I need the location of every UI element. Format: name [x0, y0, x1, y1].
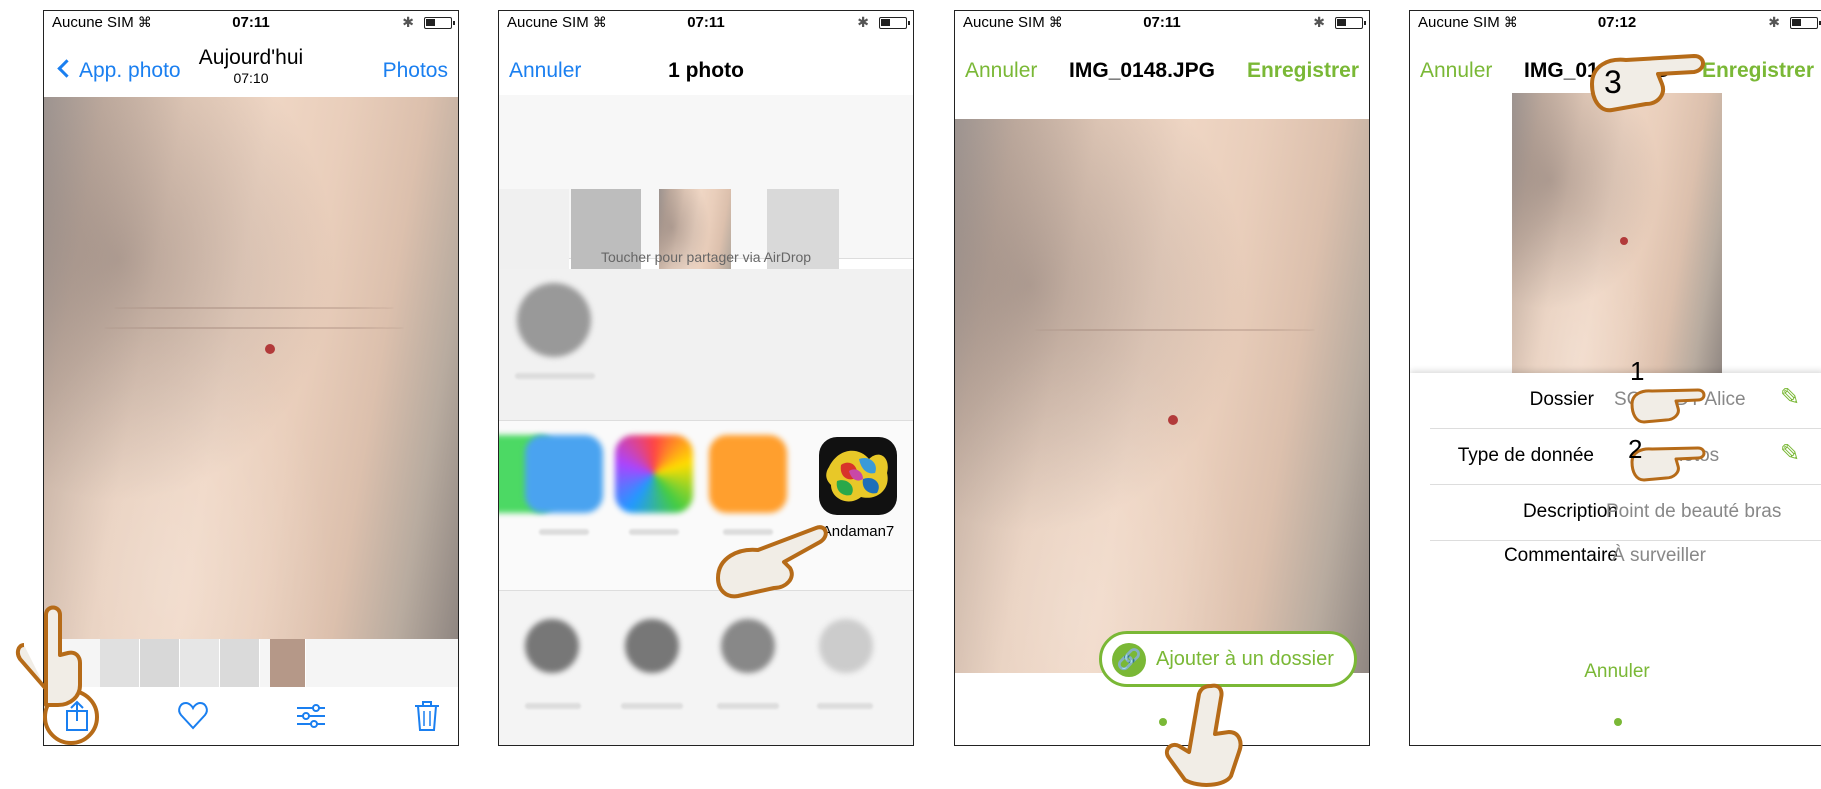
clock: 07:11	[687, 14, 725, 31]
link-icon: 🔗	[1112, 643, 1146, 677]
pointing-hand-icon	[1630, 388, 1706, 424]
battery-icon	[1335, 17, 1366, 29]
pointing-hand-icon	[15, 605, 82, 707]
battery-icon	[1790, 17, 1821, 29]
photos-button[interactable]: Photos	[383, 59, 448, 83]
airdrop-row	[499, 269, 913, 421]
mole	[265, 344, 275, 354]
blurred-label	[539, 529, 589, 535]
mole	[1168, 415, 1178, 425]
page-title: 1 photo	[668, 59, 744, 82]
blurred-app-icon[interactable]	[615, 435, 693, 513]
pointing-hand-icon	[716, 525, 828, 599]
pointing-hand-icon	[1590, 54, 1705, 113]
field-value: À surveiller	[1612, 545, 1706, 566]
blurred-action-icon[interactable]	[625, 619, 679, 673]
field-label: Description	[1522, 501, 1618, 522]
add-to-folder-button[interactable]: 🔗 Ajouter à un dossier	[1099, 631, 1357, 687]
thumbnail[interactable]	[100, 639, 140, 687]
photo-view	[955, 119, 1369, 673]
battery-icon	[424, 17, 455, 29]
blurred-app-icon[interactable]	[525, 435, 603, 513]
bluetooth-icon: ✱	[1768, 14, 1780, 30]
thumbnail[interactable]	[180, 639, 220, 687]
nav-bar: App. photo Aujourd'hui 07:10 Photos	[44, 39, 458, 97]
blurred-label	[515, 373, 595, 379]
trash-icon[interactable]	[410, 699, 444, 733]
mole	[1620, 237, 1628, 245]
skin-crease	[104, 327, 404, 329]
thumbnail-selected[interactable]	[270, 639, 306, 687]
clock: 07:11	[1143, 14, 1181, 31]
nav-bar: Annuler 1 photo	[499, 39, 913, 97]
toolbar	[44, 687, 458, 745]
step-number-1: 1	[1630, 356, 1645, 386]
thumbnail[interactable]	[220, 639, 260, 687]
pencil-icon[interactable]: ✎	[1780, 383, 1810, 413]
blurred-action-icon[interactable]	[721, 619, 775, 673]
photo-view	[44, 97, 458, 639]
bluetooth-icon: ✱	[857, 14, 869, 30]
blurred-label	[717, 703, 779, 709]
airdrop-contact-avatar[interactable]	[517, 283, 591, 357]
clock: 07:11	[232, 14, 270, 31]
status-bar: Aucune SIM ⌘ 07:12 ✱	[1410, 11, 1821, 35]
page-indicator	[1614, 718, 1622, 726]
field-label: Dossier	[1529, 389, 1594, 410]
bluetooth-icon: ✱	[1313, 14, 1325, 30]
field-comment[interactable]: Commentaire À surveiller	[1430, 541, 1821, 597]
step-number-3: 3	[1604, 64, 1622, 100]
blurred-label	[629, 529, 679, 535]
pencil-icon[interactable]: ✎	[1780, 439, 1810, 469]
heart-icon[interactable]	[176, 699, 210, 733]
photo-picker-row: ✓	[499, 95, 913, 317]
status-bar: Aucune SIM ⌘ 07:11 ✱	[44, 11, 458, 35]
field-value: Point de beauté bras	[1606, 501, 1782, 522]
blurred-action-icon[interactable]	[819, 619, 873, 673]
page-title: Aujourd'hui	[198, 46, 304, 69]
save-button[interactable]: Enregistrer	[1247, 59, 1359, 83]
field-label: Commentaire	[1503, 545, 1618, 566]
skin-crease	[114, 307, 394, 309]
bluetooth-icon: ✱	[402, 14, 414, 30]
cancel-link[interactable]: Annuler	[1410, 661, 1821, 683]
phone-screen-photos: Aucune SIM ⌘ 07:11 ✱ App. photo Aujourd'h…	[43, 10, 459, 746]
page-title: IMG_0148.JPG	[1069, 59, 1215, 82]
andaman7-app-icon[interactable]	[819, 437, 897, 515]
skin-crease	[1035, 329, 1315, 331]
status-bar: Aucune SIM ⌘ 07:11 ✱	[499, 11, 913, 35]
clock: 07:12	[1597, 14, 1637, 31]
field-label: Type de donnée	[1457, 445, 1594, 466]
nav-bar: Annuler IMG_0148.JPG Enregistrer	[955, 39, 1369, 97]
metadata-form: Dossier SCHMIDT Alice ✎ Type de donnée P…	[1410, 373, 1821, 745]
blurred-label	[817, 703, 873, 709]
field-description[interactable]: Description Point de beauté bras	[1430, 485, 1821, 541]
blurred-label	[525, 703, 581, 709]
phone-screen-import: Aucune SIM ⌘ 07:11 ✱ Annuler IMG_0148.JPG…	[954, 10, 1370, 746]
photo-view	[1512, 93, 1722, 383]
blurred-action-icon[interactable]	[525, 619, 579, 673]
phone-screen-share-sheet: Aucune SIM⌘ 07:11 ✱ Annuler 1 photo ✓ To…	[498, 10, 914, 746]
sliders-icon[interactable]	[294, 699, 328, 733]
blurred-label	[621, 703, 683, 709]
actions-row	[499, 591, 913, 745]
thumbnail-strip[interactable]	[44, 639, 458, 687]
status-bar: Aucune SIM ⌘ 07:11 ✱	[955, 11, 1369, 35]
battery-icon	[879, 17, 910, 29]
pointing-hand-icon	[1164, 683, 1243, 787]
save-button[interactable]: Enregistrer	[1702, 59, 1814, 83]
blurred-app-icon[interactable]	[709, 435, 787, 513]
thumbnail[interactable]	[140, 639, 180, 687]
step-number-2: 2	[1628, 434, 1643, 464]
airdrop-hint: Toucher pour partager via AirDrop	[600, 249, 812, 265]
